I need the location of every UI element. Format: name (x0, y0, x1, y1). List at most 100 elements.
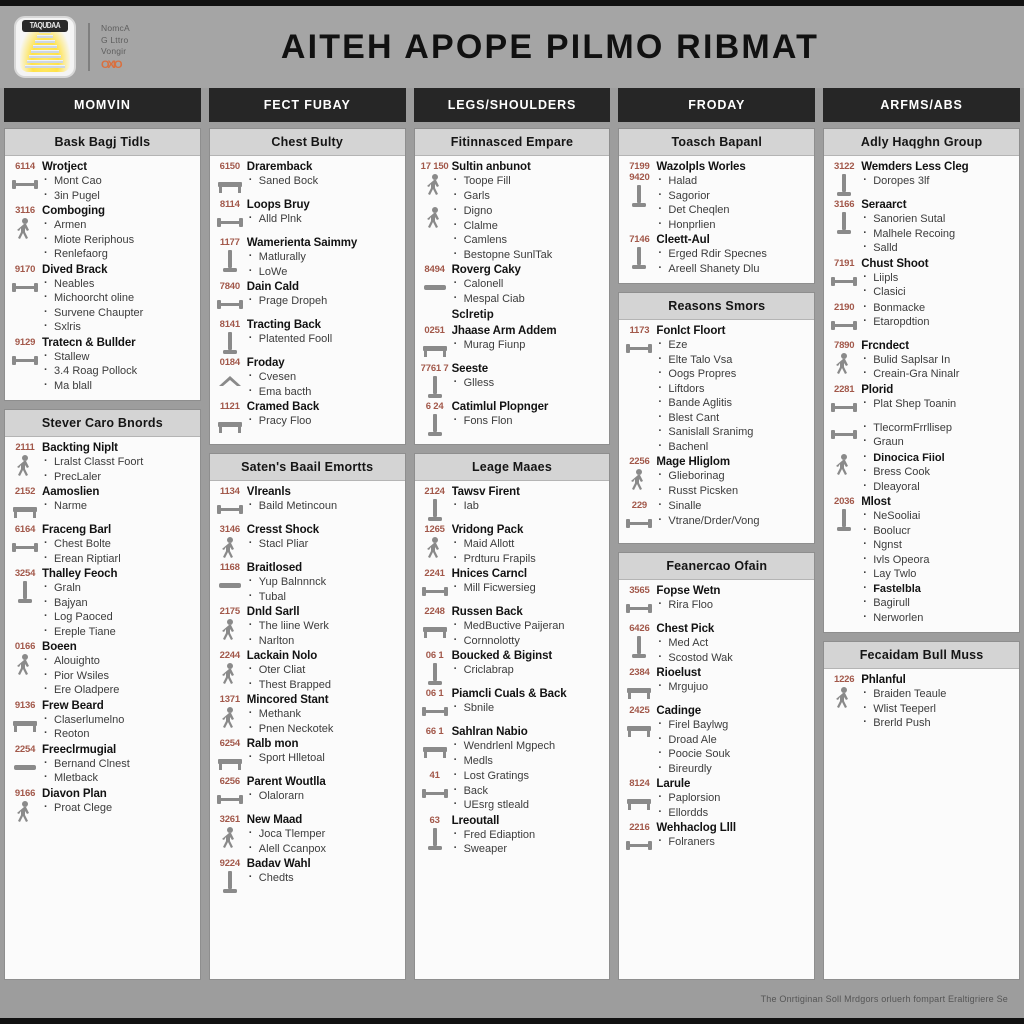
exercise-group[interactable]: 9224 Badav WahlChedts (213, 857, 401, 894)
exercise-group[interactable]: 2241 Hnices CarnclMill Ficwersieg (418, 567, 606, 604)
exercise-group[interactable]: 1265 Vridong PackMaid AllottPrdturu Frapi… (418, 523, 606, 566)
exercise-group[interactable]: 2152 AamoslienNarme (8, 485, 196, 522)
group-lines: Lost GratingsBackUEsrg stleald (452, 769, 606, 813)
group-gutter: 2036 (827, 495, 861, 625)
exercise-group[interactable]: 17 150Sultin anbunotToope FillGarls (418, 160, 606, 203)
exercise-group[interactable]: 8494 Roverg CakyCalonellMespal Ciab (418, 263, 606, 306)
exercise-group[interactable]: 7840 Dain CaldPrage Dropeh (213, 280, 401, 317)
exercise-group[interactable]: 0184 FrodayCvesenEma bacth (213, 356, 401, 399)
exercise-group[interactable]: 06 1 Boucked & BiginstCriclabrap (418, 649, 606, 686)
group-gutter: 6426 (622, 622, 656, 665)
exercise-group[interactable]: 71999420Wazolpls WorlesHaladSagoriorDet … (622, 160, 810, 232)
exercise-group[interactable]: 1226 PhlanfulBraiden TeauleWlist TeeperlB… (827, 673, 1015, 731)
exercise-group[interactable]: 06 1 Piamcli Cuals & BackSbnile (418, 687, 606, 724)
day-tab-1[interactable]: MOMVIN (4, 88, 201, 122)
exercise-group[interactable]: 1173 Fonlct FloortEzeElte Talo VsaOogs Pr… (622, 324, 810, 454)
cable-tower-icon (830, 508, 858, 532)
exercise-item: Graun (861, 435, 1015, 450)
exercise-group[interactable]: 3166 SeraarctSanorien SutalMalhele Recoin… (827, 198, 1015, 256)
group-gutter: 2244 (213, 649, 247, 692)
exercise-group[interactable]: 8114 Loops BruyAlld Plnk (213, 198, 401, 235)
exercise-group[interactable]: 6164 Fraceng BarlChest BolteErean Riptiar… (8, 523, 196, 566)
exercise-group[interactable]: 3565 Fopse WetnRira Floo (622, 584, 810, 621)
fly-machine-icon (625, 635, 653, 659)
exercise-group[interactable]: 1121 Cramed BackPracy Floo (213, 400, 401, 437)
exercise-group[interactable]: 7191 Chust ShootLiiplsClasici (827, 257, 1015, 300)
exercise-group[interactable]: 3116 CombogingArmenMiote ReriphousRenlefa… (8, 204, 196, 262)
exercise-group[interactable]: 2175 Dnld SarllThe liine WerkNarlton (213, 605, 401, 648)
exercise-group[interactable]: 8124 LarulePaplorsionEllordds (622, 777, 810, 820)
exercise-group[interactable]: 2216 Wehhaclog LlllFolraners (622, 821, 810, 858)
exercise-group[interactable]: 6114 WrotjectMont Cao3in Pugel (8, 160, 196, 203)
group-gutter: 41 (418, 769, 452, 813)
exercise-group[interactable]: 0166 BoeenAlouightoPior WsilesEre Oladper… (8, 640, 196, 698)
exercise-group[interactable]: 2254 FreeclrmugialBernand ClnestMletback (8, 743, 196, 786)
victory-figure-icon (830, 686, 858, 710)
exercise-group[interactable]: 229 SinalleVtrane/Drder/Vong (622, 499, 810, 536)
group-gutter: 7146 (622, 233, 656, 276)
exercise-group[interactable]: 2248 Russen BackMedBuctive PaijeranCornno… (418, 605, 606, 648)
group-lines: SeesteGlless (452, 362, 606, 399)
exercise-group[interactable]: 2124 Tawsv FirentIab (418, 485, 606, 522)
exercise-group[interactable]: 66 1 Sahlran NabioWendrlenl MgpechMedls (418, 725, 606, 768)
exercise-group[interactable]: DignoClalmeCamlensBestopne SunlTak (418, 204, 606, 262)
group-lines: Jhaase Arm AddemMurag Fiunp (452, 324, 606, 361)
exercise-group[interactable]: 3146 Cresst ShockStacl Pliar (213, 523, 401, 560)
day-tab-2[interactable]: FECT FUBAY (208, 88, 406, 122)
exercise-group[interactable]: 9170 Dived BrackNeablesMichoorcht olineSu… (8, 263, 196, 335)
exercise-group[interactable]: TlecormFrrllisepGraun (827, 421, 1015, 450)
exercise-group[interactable]: 3254 Thalley FeochGralnBajyanLog PaocedEr… (8, 567, 196, 639)
exercise-code: 1168 (219, 562, 240, 573)
exercise-group[interactable]: 2190 BonmackeEtaropdtion (827, 301, 1015, 338)
exercise-group[interactable]: 2111 Backting NipltLralst Classt FoortPre… (8, 441, 196, 484)
overhead-reach-icon (11, 653, 39, 677)
exercise-group[interactable]: Dinocica FiiolBress CookDleayoral (827, 451, 1015, 495)
exercise-group[interactable]: 7761 7SeesteGlless (418, 362, 606, 399)
exercise-group[interactable]: 6 24 Catimlul PlopngerFons Flon (418, 400, 606, 437)
exercise-group[interactable]: 7146 Cleett-AulErged Rdir SpecnesAreell S… (622, 233, 810, 276)
exercise-group[interactable]: 6256 Parent WoutllaOlalorarn (213, 775, 401, 812)
exercise-item: Sxlris (42, 320, 196, 335)
day-tab-5[interactable]: ARFMS/ABS (823, 88, 1020, 122)
exercise-group[interactable]: 6150 DrarembackSaned Bock (213, 160, 401, 197)
exercise-code: 9224 (219, 858, 241, 869)
exercise-group[interactable]: 6254 Ralb monSport Hlletoal (213, 737, 401, 774)
exercise-group[interactable]: 0251 Jhaase Arm AddemMurag Fiunp (418, 324, 606, 361)
exercise-group[interactable]: 1168 BraitlosedYup BalnnnckTubal (213, 561, 401, 604)
exercise-group[interactable]: 2036 MlostNeSooliaiBoolucrNgnstIvls Opeor… (827, 495, 1015, 625)
exercise-group[interactable]: 2244 Lackain NoloOter CliatThest Brapped (213, 649, 401, 692)
group-lines: SeraarctSanorien SutalMalhele RecoingSal… (861, 198, 1015, 256)
exercise-title: Badav Wahl (246, 858, 311, 870)
exercise-group[interactable]: 2425 CadingeFirel BaylwgDroad AlePoocie S… (622, 704, 810, 776)
exercise-group[interactable]: 63 LreoutallFred EdiaptionSweaper (418, 814, 606, 857)
exercise-group[interactable]: 8141 Tracting BackPlatented Fooll (213, 318, 401, 355)
exercise-group[interactable]: 2384 RioelustMrgujuo (622, 666, 810, 703)
exercise-item: Eze (656, 338, 810, 353)
exercise-group[interactable]: 7890 FrcndectBulid Saplsar InCreain-Gra N… (827, 339, 1015, 382)
group-lines: Wazolpls WorlesHaladSagoriorDet CheqlenH… (656, 160, 810, 232)
day-tab-4[interactable]: FRODAY (618, 88, 816, 122)
exercise-group[interactable]: 9136 Frew BeardClaserlumelnoReoton (8, 699, 196, 742)
exercise-group[interactable]: 2256 Mage HliglomGlieborinagRusst Picsken (622, 455, 810, 498)
exercise-item: Etaropdtion (861, 315, 1015, 330)
stairs-glow-logo-icon: TAQUDAA (14, 16, 76, 78)
exercise-group[interactable]: 1134 VlreanlsBaild Metincoun (213, 485, 401, 522)
exercise-group[interactable]: 3122 Wemders Less ClegDoropes 3lf (827, 160, 1015, 197)
angled-bar-icon (625, 337, 653, 361)
day-tab-3[interactable]: LEGS/SHOULDERS (413, 88, 611, 122)
exercise-group[interactable]: Sclretip (418, 307, 606, 323)
exercise-group[interactable]: 1371 Mincored StantMethankPnen Neckotek (213, 693, 401, 736)
exercise-group[interactable]: 41 Lost GratingsBackUEsrg stleald (418, 769, 606, 813)
exercise-group[interactable]: 6426 Chest PickMed ActScostod Wak (622, 622, 810, 665)
exercise-group[interactable]: 9166 Diavon PlanProat Clege (8, 787, 196, 824)
exercise-group[interactable]: 1177 Wamerienta SaimmyMatlurallyLoWe (213, 236, 401, 279)
card-title: Fitinnasced Empare (414, 129, 610, 156)
exercise-title: Dived Brack (42, 263, 108, 276)
exercise-item: Bireurdly (656, 762, 810, 777)
exercise-group[interactable]: 3261 New MaadJoca TlemperAlell Ccanpox (213, 813, 401, 856)
exercise-group[interactable]: 2281 PloridPlat Shep Toanin (827, 383, 1015, 420)
exercise-group[interactable]: 9129 Tratecn & BullderStallew3.4 Roag Pol… (8, 336, 196, 394)
exercise-code: 3146 (219, 524, 241, 535)
exercise-code: 2281 (834, 383, 855, 395)
incline-slab-icon (625, 717, 653, 741)
